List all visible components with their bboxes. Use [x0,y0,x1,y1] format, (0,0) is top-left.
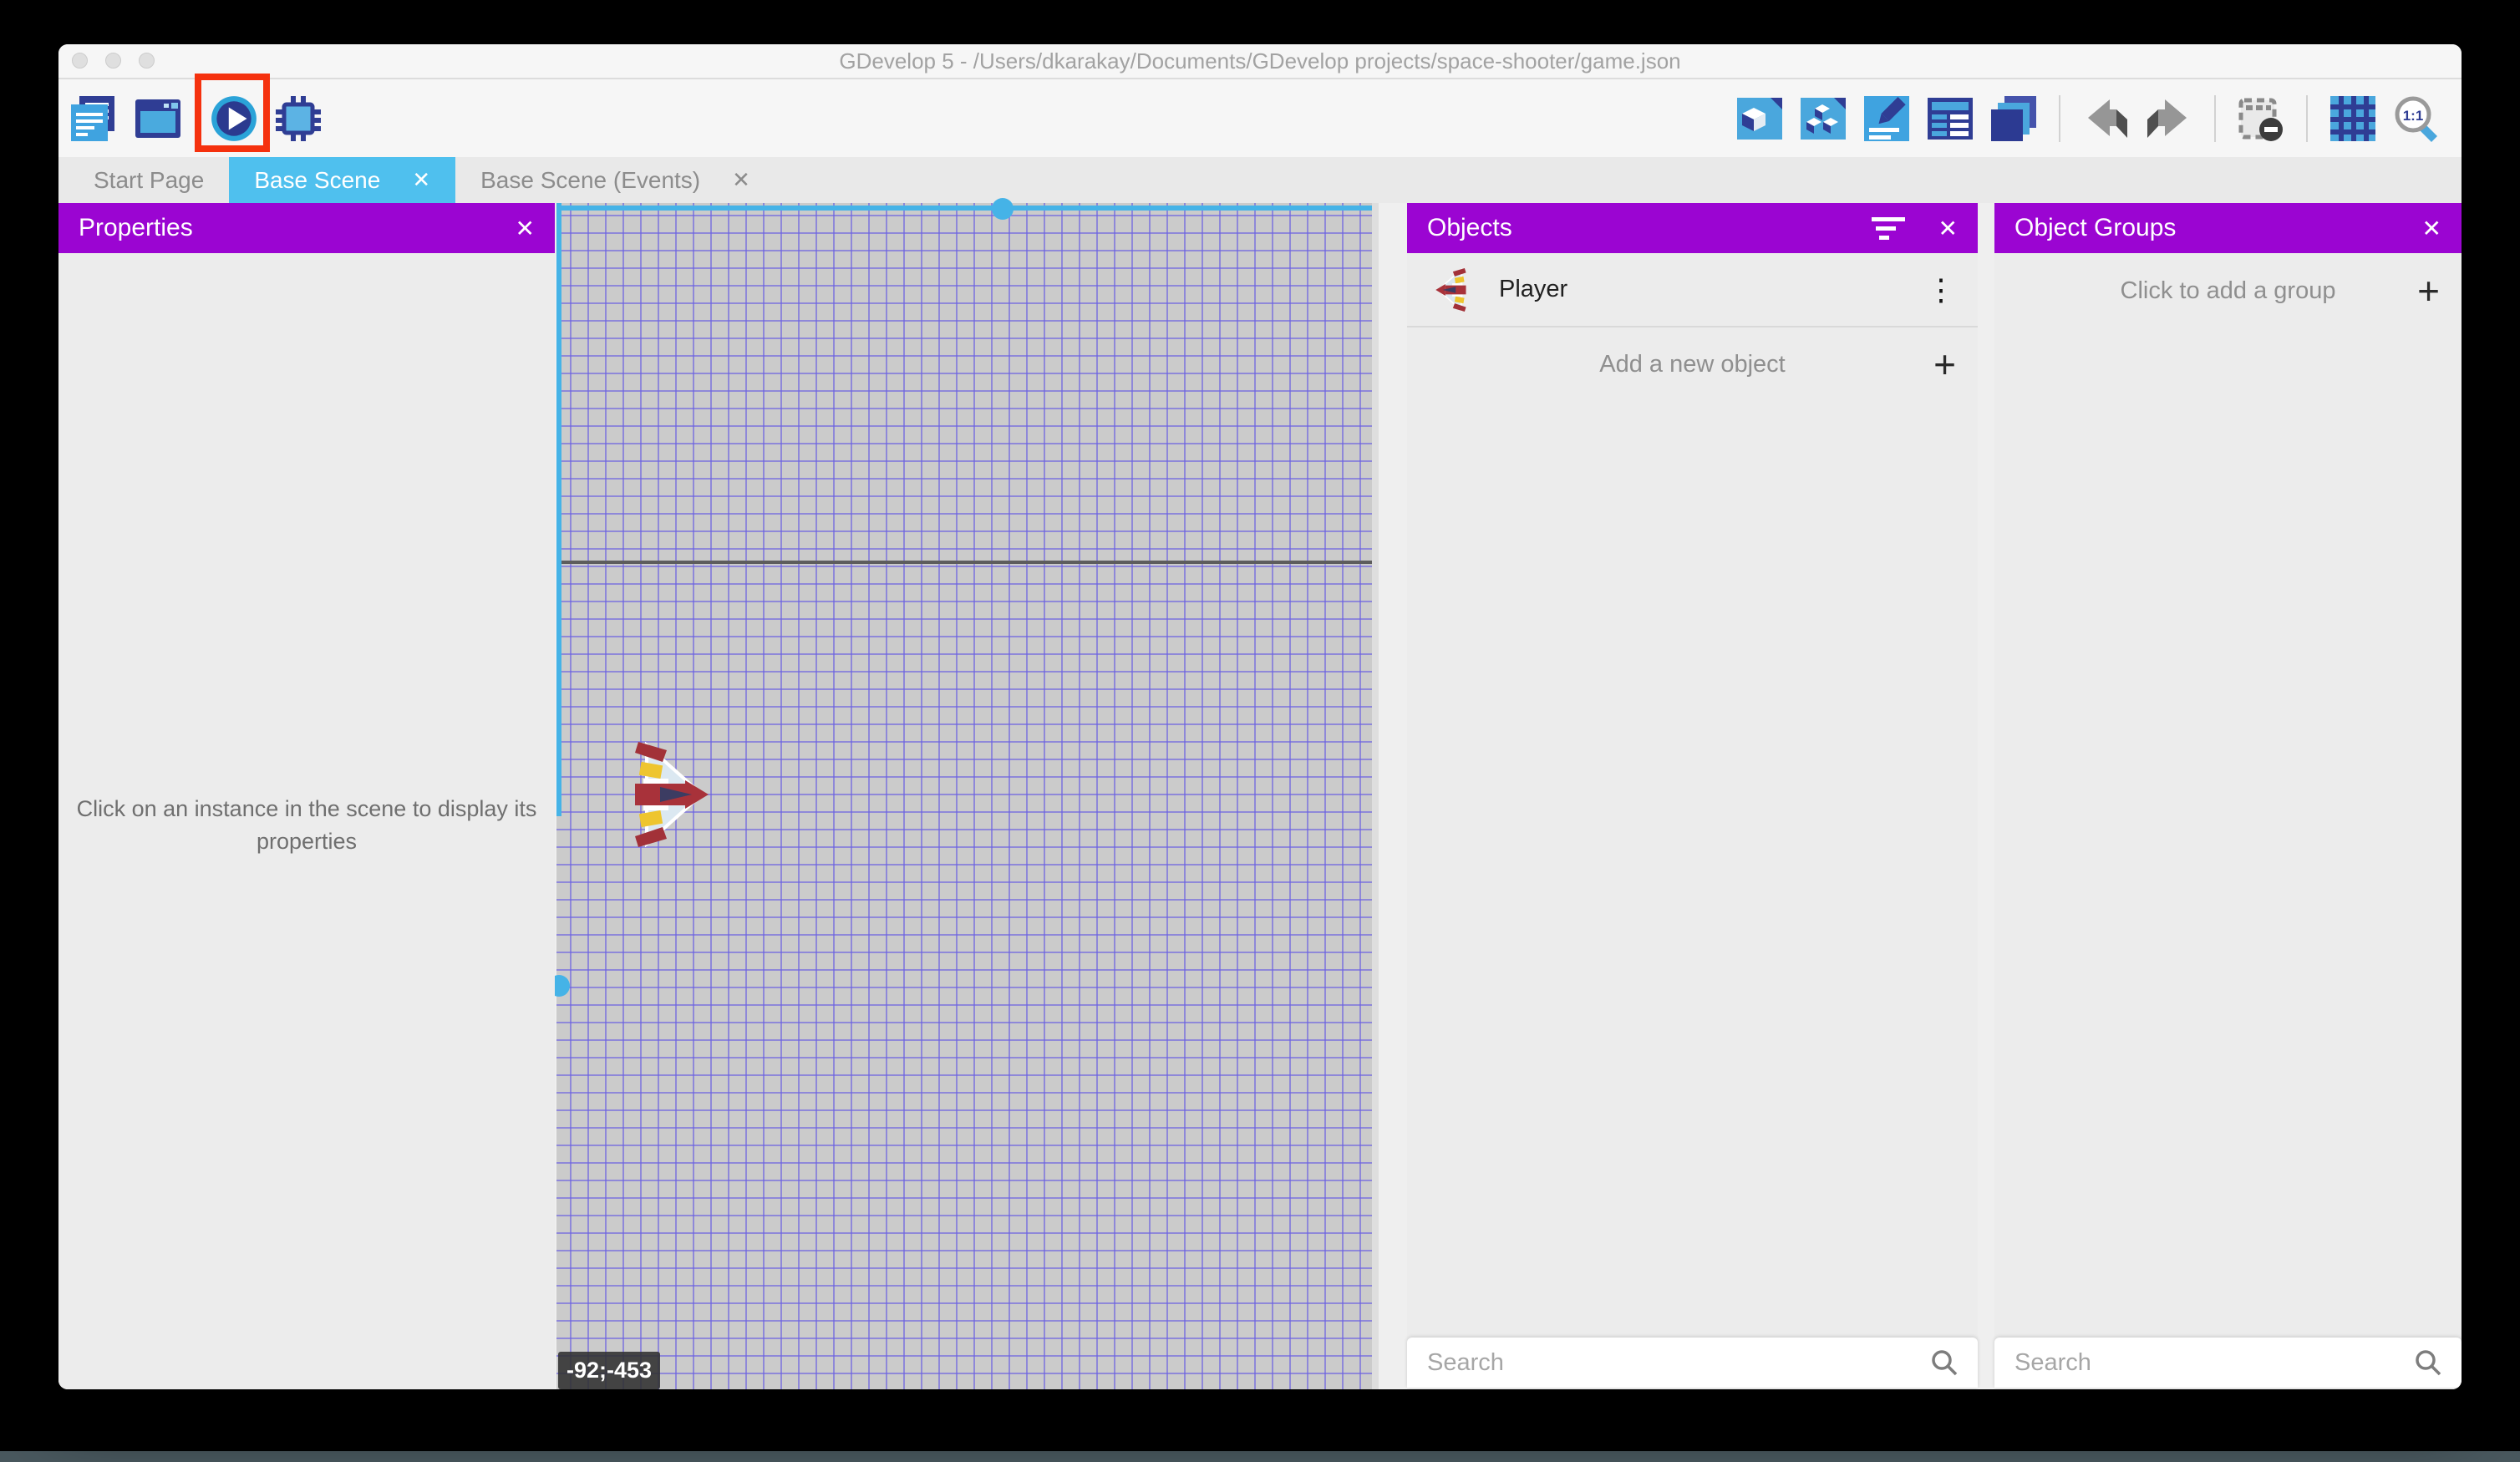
instance-properties-icon[interactable] [1862,94,1912,144]
properties-panel-header: Properties ✕ [58,203,555,253]
toolbar-separator [2214,95,2216,142]
toolbar-right-group: 1:1 [1735,94,2462,144]
filter-list-icon[interactable] [1872,215,1905,241]
project-manager-icon[interactable] [69,94,119,144]
panel-title: Objects [1427,214,1512,242]
redo-icon[interactable] [2144,94,2194,144]
undo-icon[interactable] [2081,94,2131,144]
minimize-window-button[interactable] [105,53,121,69]
traffic-lights [72,53,155,69]
tab-base-scene[interactable]: Base Scene ✕ [229,157,455,203]
scene-editor-icon[interactable] [133,94,183,144]
cursor-coordinates-tooltip: -92;-453 [558,1352,660,1389]
groups-search-bar [1994,1338,2462,1388]
main-toolbar: 1:1 [58,79,2462,157]
zoom-original-icon[interactable]: 1:1 [2391,94,2441,144]
tab-start-page[interactable]: Start Page [69,157,229,203]
toolbar-separator [2306,95,2308,142]
scene-window-top-border [556,206,1372,211]
tab-label: Start Page [94,167,204,194]
svg-text:1:1: 1:1 [2403,108,2424,124]
add-object-row[interactable]: Add a new object + [1407,327,1978,401]
layers-editor-icon[interactable] [1989,94,2039,144]
tab-close-icon[interactable]: ✕ [732,167,750,193]
add-icon[interactable]: + [2417,272,2440,310]
objects-panel: Objects ✕ Player ⋮ Add a new object [1407,203,1978,1389]
tab-label: Base Scene (Events) [480,167,700,194]
add-group-label: Click to add a group [2121,277,2336,305]
close-icon[interactable]: ✕ [2422,215,2441,242]
add-icon[interactable]: + [1933,345,1956,383]
object-list-item-player[interactable]: Player ⋮ [1407,253,1978,327]
objects-search-bar [1407,1338,1978,1388]
object-groups-panel: Object Groups ✕ Click to add a group + [1994,203,2462,1389]
desktop-edge [0,1451,2520,1462]
instances-list-icon[interactable] [1925,94,1975,144]
add-group-row[interactable]: Click to add a group + [1994,253,2462,328]
scene-window-left-border [556,203,561,816]
player-instance-sprite[interactable] [635,742,710,847]
panel-title: Properties [79,214,193,242]
object-name: Player [1499,276,1567,303]
toolbar-separator [2059,95,2060,142]
magnifier-icon[interactable] [1929,1348,1959,1378]
objects-editor-icon[interactable] [1735,94,1785,144]
scene-border-handle-top[interactable] [992,198,1014,220]
scene-axis-line [556,561,1372,564]
debug-icon[interactable] [273,94,323,144]
object-groups-editor-icon[interactable] [1798,94,1848,144]
title-bar: GDevelop 5 - /Users/dkarakay/Documents/G… [58,44,2462,79]
groups-search-input[interactable] [2013,1348,2413,1378]
object-menu-icon[interactable]: ⋮ [1926,275,1956,305]
canvas-right-divider [1372,203,1379,1389]
close-window-button[interactable] [72,53,88,69]
player-thumbnail-icon [1429,268,1472,312]
toggle-window-mask-icon[interactable] [2236,94,2286,144]
close-icon[interactable]: ✕ [1938,215,1958,242]
gdevelop-window: GDevelop 5 - /Users/dkarakay/Documents/G… [58,44,2462,1389]
editor-tabs: Start Page Base Scene ✕ Base Scene (Even… [58,157,2462,203]
close-icon[interactable]: ✕ [516,215,535,242]
add-object-label: Add a new object [1599,351,1785,378]
editor-content: -92;-453 Properties ✕ Click on an instan… [58,203,2462,1389]
objects-panel-header: Objects ✕ [1407,203,1978,253]
tab-label: Base Scene [254,167,380,194]
tab-base-scene-events[interactable]: Base Scene (Events) ✕ [455,157,775,203]
panel-title: Object Groups [2014,214,2176,242]
properties-hint: Click on an instance in the scene to dis… [73,793,541,858]
maximize-window-button[interactable] [139,53,155,69]
annotation-highlight-box [195,74,270,152]
object-groups-panel-header: Object Groups ✕ [1994,203,2462,253]
toggle-grid-icon[interactable] [2328,94,2378,144]
tab-close-icon[interactable]: ✕ [412,167,430,193]
window-title: GDevelop 5 - /Users/dkarakay/Documents/G… [58,44,2462,78]
magnifier-icon[interactable] [2413,1348,2443,1378]
objects-search-input[interactable] [1425,1348,1929,1378]
properties-panel: Properties ✕ Click on an instance in the… [58,203,555,1389]
